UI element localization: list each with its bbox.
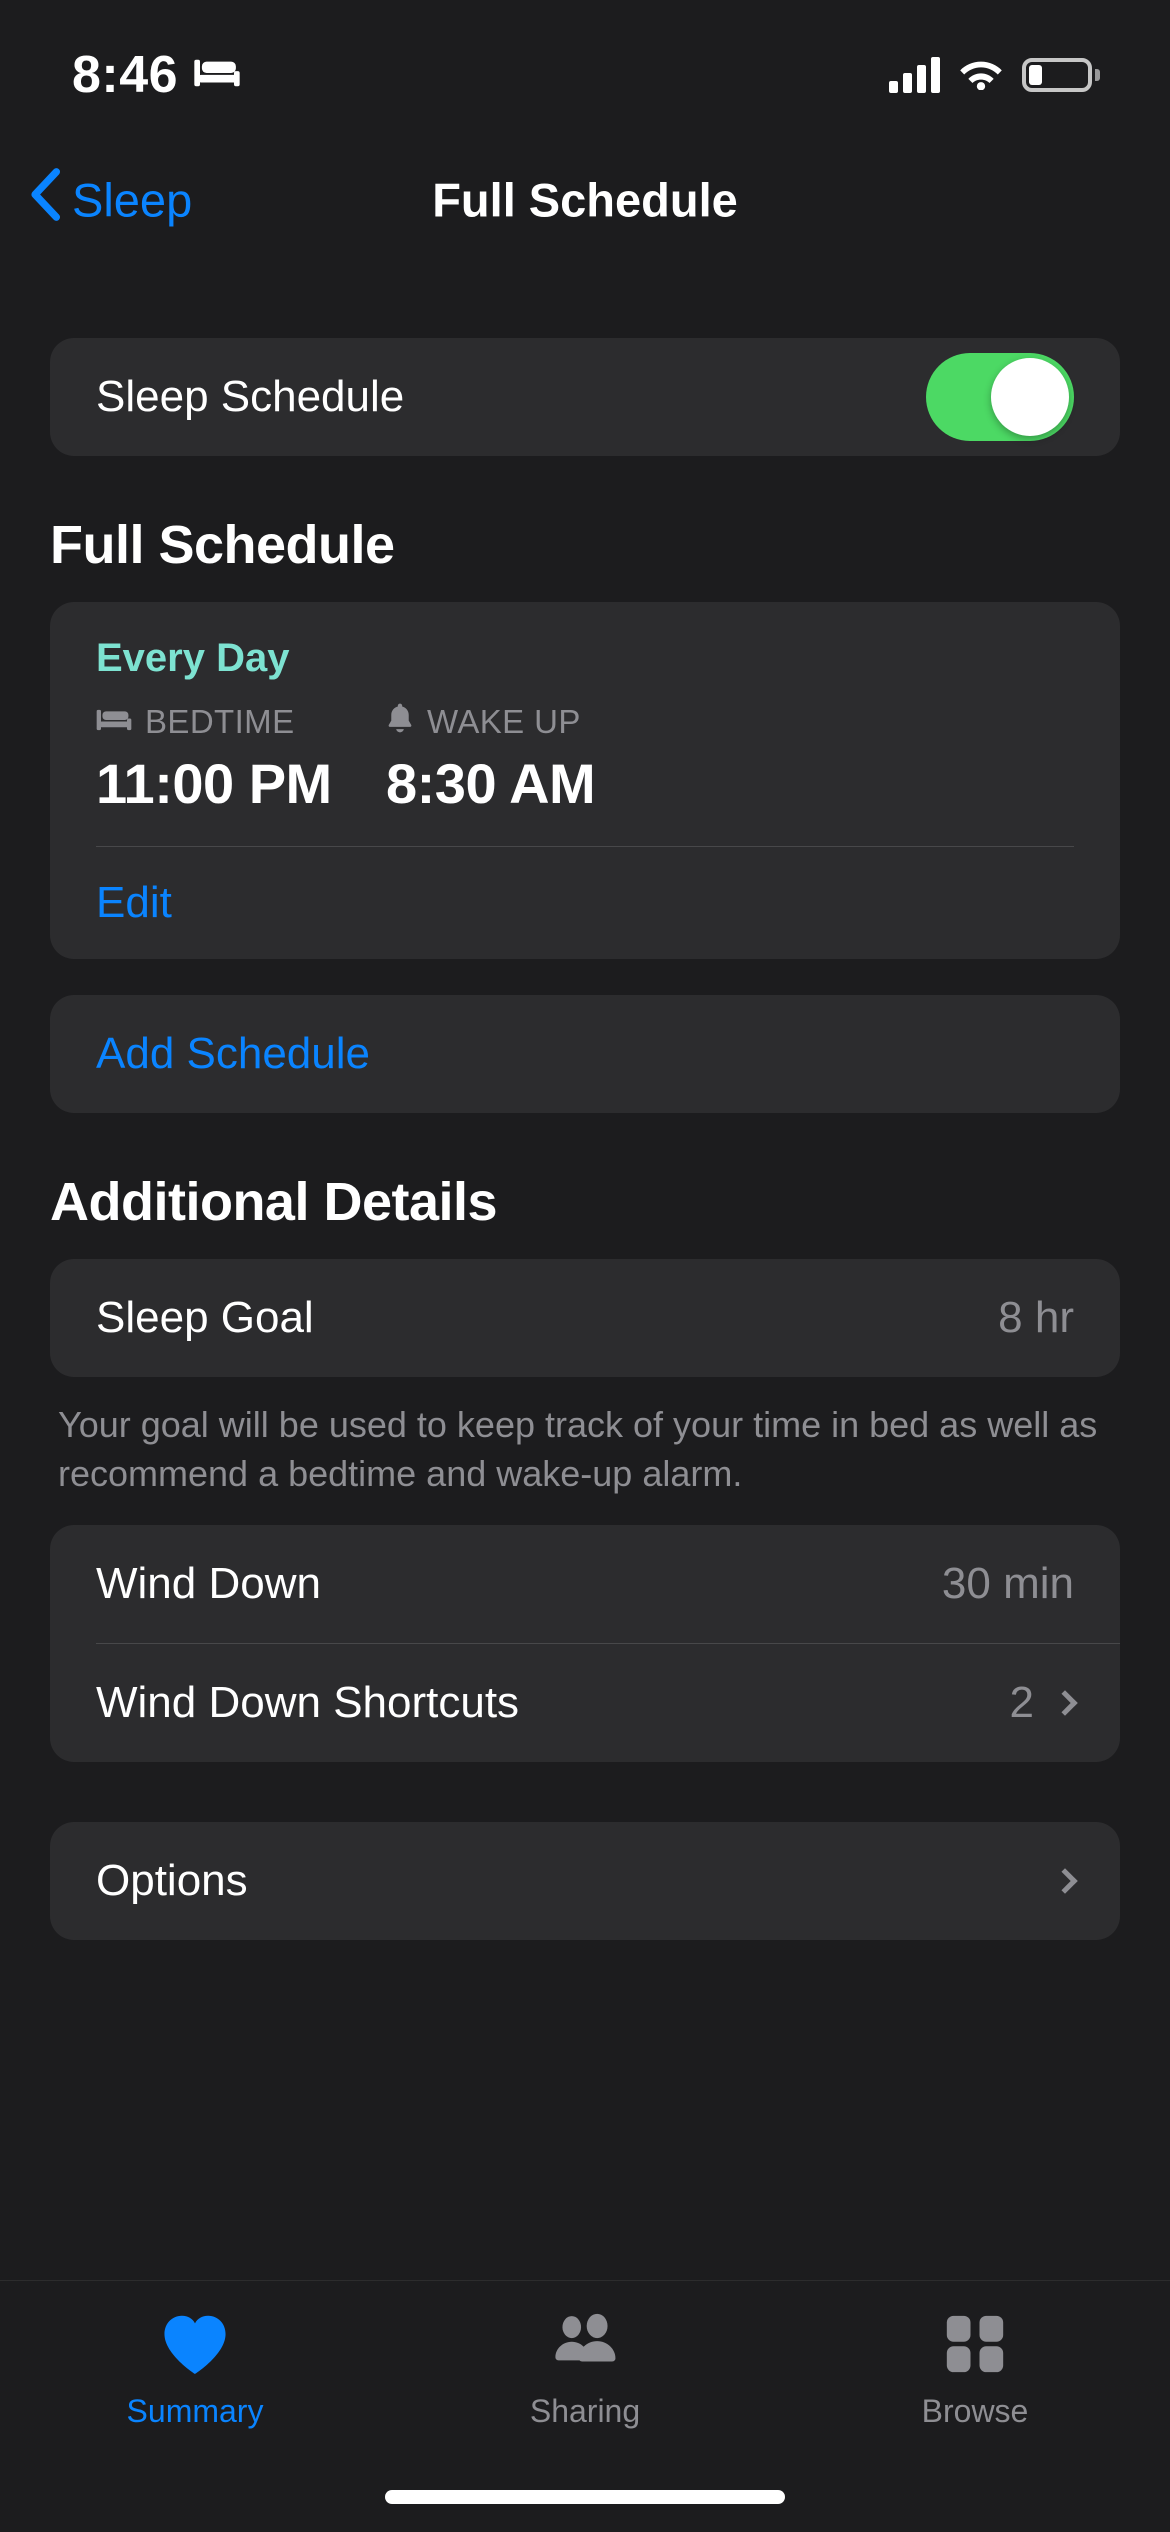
bedtime-value: 11:00 PM	[96, 751, 386, 816]
wind-down-card: Wind Down 30 min Wind Down Shortcuts 2	[50, 1525, 1120, 1762]
tab-browse-label: Browse	[922, 2393, 1029, 2430]
sleep-schedule-label: Sleep Schedule	[96, 372, 404, 422]
wind-down-label: Wind Down	[96, 1559, 321, 1609]
status-bar-right	[889, 56, 1092, 95]
options-row[interactable]: Options	[50, 1822, 1120, 1940]
bedtime-column: BEDTIME 11:00 PM	[96, 703, 386, 816]
options-card: Options	[50, 1822, 1120, 1940]
wakeup-label: WAKE UP	[427, 703, 581, 741]
battery-low-icon	[1022, 58, 1092, 92]
schedule-times: BEDTIME 11:00 PM WAKE UP	[96, 703, 1074, 816]
wakeup-header: WAKE UP	[386, 703, 676, 741]
home-indicator[interactable]	[385, 2490, 785, 2504]
tab-browse[interactable]: Browse	[780, 2309, 1170, 2430]
grid-icon	[942, 2309, 1008, 2379]
scroll-content: Sleep Schedule Full Schedule Every Day	[0, 250, 1170, 2280]
sleep-goal-footnote: Your goal will be used to keep track of …	[58, 1401, 1112, 1499]
add-schedule-label: Add Schedule	[96, 1029, 370, 1079]
sleep-goal-row[interactable]: Sleep Goal 8 hr	[50, 1259, 1120, 1377]
wifi-icon	[958, 56, 1004, 95]
status-bar: 8:46	[0, 0, 1170, 150]
bedtime-label: BEDTIME	[145, 703, 294, 741]
iphone-screen: 8:46	[0, 0, 1170, 2532]
schedule-day-label: Every Day	[96, 636, 1074, 681]
bell-icon	[386, 703, 414, 741]
tab-sharing-label: Sharing	[530, 2393, 640, 2430]
wind-down-shortcuts-row[interactable]: Wind Down Shortcuts 2	[50, 1644, 1120, 1762]
people-icon	[548, 2309, 622, 2379]
options-label: Options	[96, 1856, 248, 1906]
sleep-schedule-row[interactable]: Sleep Schedule	[50, 338, 1120, 456]
tab-summary-label: Summary	[127, 2393, 264, 2430]
tab-summary[interactable]: Summary	[0, 2309, 390, 2430]
full-schedule-section-title: Full Schedule	[50, 514, 1170, 576]
wakeup-value: 8:30 AM	[386, 751, 676, 816]
tab-sharing[interactable]: Sharing	[390, 2309, 780, 2430]
edit-schedule-button[interactable]: Edit	[96, 847, 1074, 959]
sleep-schedule-switch[interactable]	[926, 353, 1074, 441]
wind-down-value: 30 min	[942, 1559, 1074, 1609]
schedule-edit-wrap: Edit	[50, 847, 1120, 959]
navigation-bar: Sleep Full Schedule	[0, 150, 1170, 250]
chevron-right-icon	[1052, 1868, 1077, 1893]
wind-down-shortcuts-label: Wind Down Shortcuts	[96, 1678, 519, 1728]
schedule-card: Every Day BED	[50, 602, 1120, 959]
wind-down-shortcuts-value: 2	[1010, 1678, 1034, 1728]
heart-icon	[160, 2309, 230, 2379]
add-schedule-card: Add Schedule	[50, 995, 1120, 1113]
wind-down-shortcuts-right: 2	[1010, 1678, 1074, 1728]
page-title: Full Schedule	[0, 173, 1170, 228]
cellular-signal-icon	[889, 57, 940, 93]
status-bar-clock: 8:46	[72, 45, 178, 105]
chevron-right-icon	[1052, 1690, 1077, 1715]
sleep-goal-value: 8 hr	[998, 1293, 1074, 1343]
wakeup-column: WAKE UP 8:30 AM	[386, 703, 676, 816]
sleep-goal-card: Sleep Goal 8 hr	[50, 1259, 1120, 1377]
add-schedule-row[interactable]: Add Schedule	[50, 995, 1120, 1113]
sleep-schedule-toggle-card: Sleep Schedule	[50, 338, 1120, 456]
schedule-card-body: Every Day BED	[50, 602, 1120, 846]
tab-bar: Summary Sharing	[0, 2280, 1170, 2532]
sleep-focus-bed-icon	[194, 56, 240, 95]
sleep-goal-label: Sleep Goal	[96, 1293, 314, 1343]
bed-icon	[96, 703, 132, 741]
wind-down-row[interactable]: Wind Down 30 min	[50, 1525, 1120, 1643]
status-bar-left: 8:46	[72, 45, 240, 105]
switch-knob	[991, 358, 1069, 436]
additional-details-section-title: Additional Details	[50, 1171, 1170, 1233]
bedtime-header: BEDTIME	[96, 703, 386, 741]
